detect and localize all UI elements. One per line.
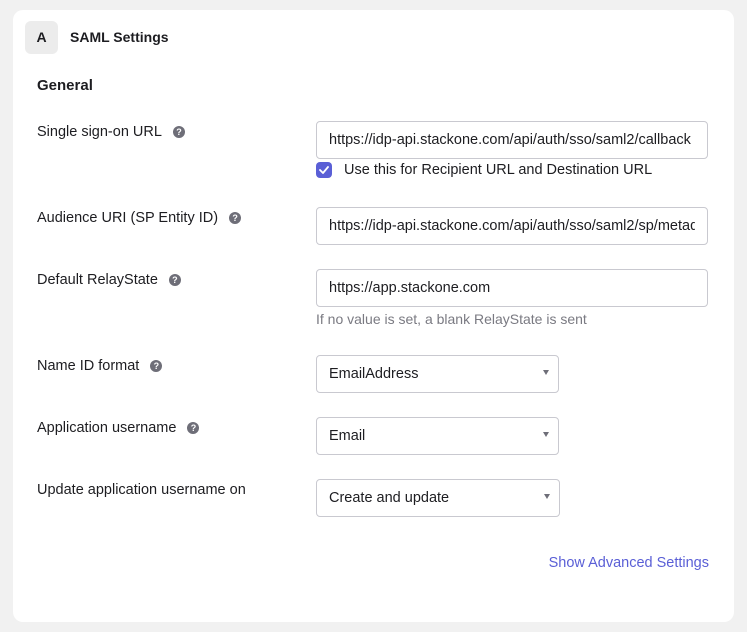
audience-uri-label: Audience URI (SP Entity ID) [37,210,219,226]
name-id-format-value: EmailAddress [329,366,419,382]
app-username-label: Application username [37,420,177,436]
recipient-url-checkbox[interactable] [316,162,332,178]
help-icon[interactable]: ? [168,274,181,286]
caret-down-icon [543,432,549,437]
caret-down-icon [544,494,550,499]
recipient-url-checkbox-row[interactable]: Use this for Recipient URL and Destinati… [316,162,652,178]
caret-down-icon [543,370,549,375]
saml-settings-panel: A SAML Settings General Single sign-on U… [13,10,734,622]
show-advanced-settings-link[interactable]: Show Advanced Settings [549,555,709,571]
recipient-url-checkbox-label: Use this for Recipient URL and Destinati… [344,162,653,178]
name-id-format-label: Name ID format [37,358,140,374]
panel-header: A SAML Settings [25,20,169,54]
relay-state-input[interactable] [316,269,708,307]
section-title-general: General [37,77,93,94]
app-username-select[interactable]: Email [316,417,559,455]
relay-state-label-row: Default RelayState ? [37,272,181,288]
check-icon [319,166,329,174]
update-username-value: Create and update [329,490,450,506]
help-icon[interactable]: ? [172,126,185,138]
name-id-format-select[interactable]: EmailAddress [316,355,559,393]
relay-state-label: Default RelayState [37,272,158,288]
name-id-format-label-row: Name ID format ? [37,358,163,374]
app-username-value: Email [329,428,366,444]
sso-url-label: Single sign-on URL [37,124,162,140]
relay-state-hint: If no value is set, a blank RelayState i… [316,311,587,327]
update-username-select[interactable]: Create and update [316,479,560,517]
update-username-label-row: Update application username on [37,482,246,498]
sso-url-input[interactable] [316,121,708,159]
help-icon[interactable]: ? [150,360,163,372]
help-icon[interactable]: ? [229,212,242,224]
sso-url-label-row: Single sign-on URL ? [37,124,185,140]
help-icon[interactable]: ? [187,422,200,434]
step-badge: A [25,20,58,54]
panel-title: SAML Settings [70,29,169,45]
update-username-label: Update application username on [37,482,246,498]
audience-uri-input[interactable] [316,207,708,245]
audience-uri-label-row: Audience URI (SP Entity ID) ? [37,210,242,226]
app-username-label-row: Application username ? [37,420,200,436]
